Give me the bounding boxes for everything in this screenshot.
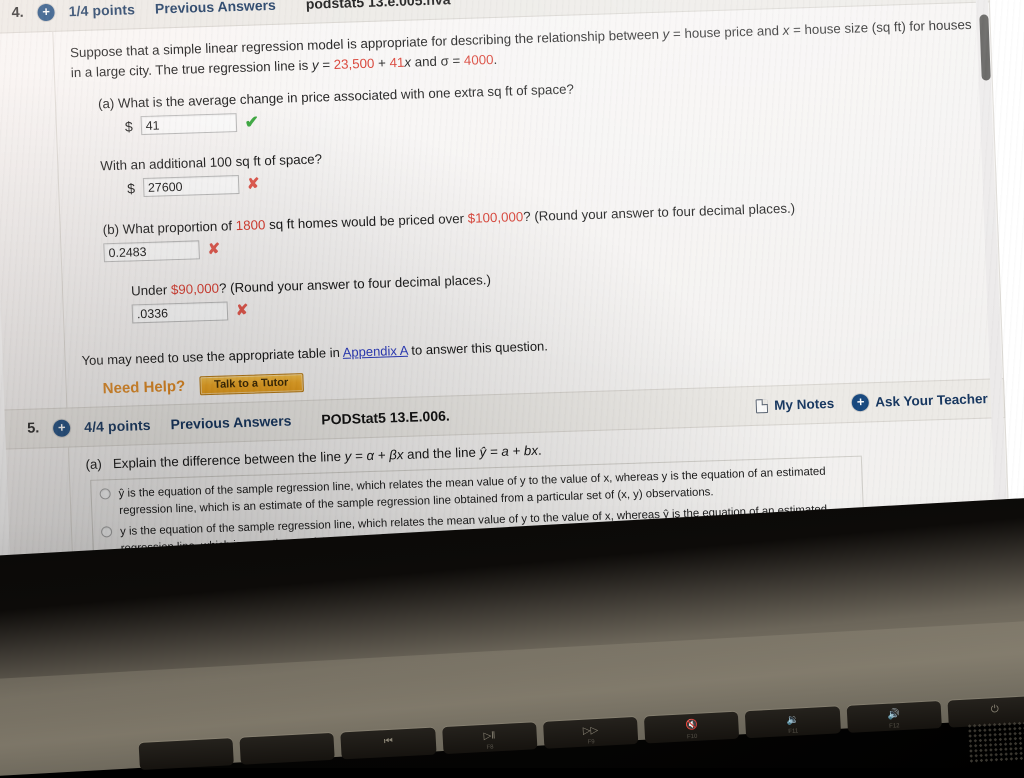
- ask-your-teacher-button-5[interactable]: + Ask Your Teacher: [852, 390, 988, 411]
- radio-button-2[interactable]: [101, 526, 112, 537]
- plus-circle-icon-5: +: [852, 394, 870, 412]
- function-key-play-pause[interactable]: ▷‖F8: [442, 722, 538, 754]
- question-4-part-a2: With an additional 100 sq ft of space? $…: [100, 131, 979, 199]
- part-b-size: 1800: [235, 218, 265, 234]
- expand-plus-icon[interactable]: +: [37, 3, 55, 21]
- question-4-part-b2: Under $90,000? (Round your answer to fou…: [105, 257, 984, 325]
- notes-icon-5: [756, 399, 769, 413]
- talk-to-a-tutor-button-4[interactable]: Talk to a Tutor: [199, 374, 304, 396]
- part-b2-text-a: Under: [131, 283, 171, 299]
- eq-slope: 41: [389, 55, 404, 70]
- q5-text-b: and the line: [403, 445, 480, 462]
- question-4-part-a: (a) What is the average change in price …: [98, 69, 977, 137]
- question-4-number: 4.: [11, 5, 24, 21]
- eq-period: .: [493, 52, 497, 67]
- part-b2-text-c: ? (Round your answer to four decimal pla…: [219, 273, 491, 297]
- appendix-a-link[interactable]: Appendix A: [342, 343, 408, 360]
- radio-button-1[interactable]: [99, 488, 110, 499]
- my-notes-button-5[interactable]: My Notes: [756, 396, 835, 413]
- laptop-speaker-grille: [967, 720, 1024, 763]
- stmt-part-2: = house price and: [669, 23, 783, 42]
- part-b-price: $100,000: [467, 210, 523, 227]
- function-key-mute[interactable]: 🔇F10: [644, 712, 740, 744]
- answer-input-b2[interactable]: .0336: [132, 302, 229, 324]
- function-key[interactable]: [139, 738, 235, 770]
- incorrect-x-icon-b: ✘: [207, 242, 220, 257]
- appendix-note-text-b: to answer this question.: [407, 339, 548, 358]
- question-4-code: podstat5 13.e.005.nva: [305, 0, 450, 12]
- question-5-code: PODStat5 13.E.006.: [321, 408, 450, 428]
- q5-text-c: .: [538, 443, 542, 458]
- answer-input-a[interactable]: 41: [140, 113, 237, 135]
- part-b-label: (b): [102, 222, 119, 238]
- answer-input-a2[interactable]: 27600: [143, 175, 240, 197]
- dollar-sign-a: $: [125, 118, 133, 134]
- question-4-points: 1/4 points: [68, 1, 135, 19]
- question-4: 4. + 1/4 points Previous Answers podstat…: [0, 0, 1004, 419]
- function-key[interactable]: [240, 733, 336, 765]
- my-notes-label-5: My Notes: [774, 396, 835, 413]
- question-4-part-b: (b) What proportion of 1800 sq ft homes …: [102, 195, 981, 263]
- correct-check-icon-a: ✔: [244, 114, 259, 131]
- part-b-text-b: sq ft homes would be priced over: [265, 211, 468, 232]
- incorrect-x-icon-b2: ✘: [236, 303, 249, 318]
- q5-equation-1: y = α + βx: [344, 447, 403, 464]
- eq-equals: =: [318, 57, 334, 72]
- function-key-rewind[interactable]: ⏮: [341, 728, 437, 760]
- function-key-volume-down[interactable]: 🔉F11: [745, 706, 841, 738]
- appendix-note-text-a: You may need to use the appropriate tabl…: [81, 345, 343, 368]
- question-4-previous-answers[interactable]: Previous Answers: [155, 0, 276, 17]
- dollar-sign-a2: $: [127, 180, 135, 196]
- eq-plus: +: [374, 55, 390, 70]
- part-a-label: (a): [98, 96, 115, 112]
- function-key-volume-up[interactable]: 🔊F12: [846, 701, 942, 733]
- eq-intercept: 23,500: [333, 56, 374, 72]
- part-b-text-a: What proportion of: [122, 219, 236, 238]
- q5-part-label: (a): [85, 456, 102, 472]
- q5-equation-2: ŷ = a + bx: [479, 443, 538, 460]
- question-4-body: Suppose that a simple linear regression …: [52, 2, 1004, 417]
- question-5-tools: My Notes + Ask Your Teacher: [756, 390, 988, 414]
- ask-your-teacher-label-5: Ask Your Teacher: [875, 391, 988, 410]
- incorrect-x-icon-a2: ✘: [247, 177, 260, 192]
- q5-text-a: Explain the difference between the line: [113, 449, 345, 471]
- expand-plus-icon-5[interactable]: +: [53, 419, 71, 437]
- part-b2-price: $90,000: [171, 281, 220, 297]
- photo-scene: Need Help? Talk to a Tutor 4. + 1/4 poin…: [0, 0, 1024, 768]
- need-help-label-4: Need Help?: [102, 378, 185, 398]
- answer-input-b[interactable]: 0.2483: [103, 241, 200, 263]
- function-key-fast-forward[interactable]: ▷▷F9: [543, 717, 639, 749]
- question-5-points: 4/4 points: [84, 417, 151, 435]
- question-5-number: 5.: [27, 420, 40, 436]
- question-5-previous-answers[interactable]: Previous Answers: [170, 412, 291, 432]
- eq-and-sigma: and σ =: [411, 53, 464, 70]
- eq-sigma-value: 4000: [464, 52, 494, 68]
- part-b-text-c: ? (Round your answer to four decimal pla…: [523, 201, 795, 225]
